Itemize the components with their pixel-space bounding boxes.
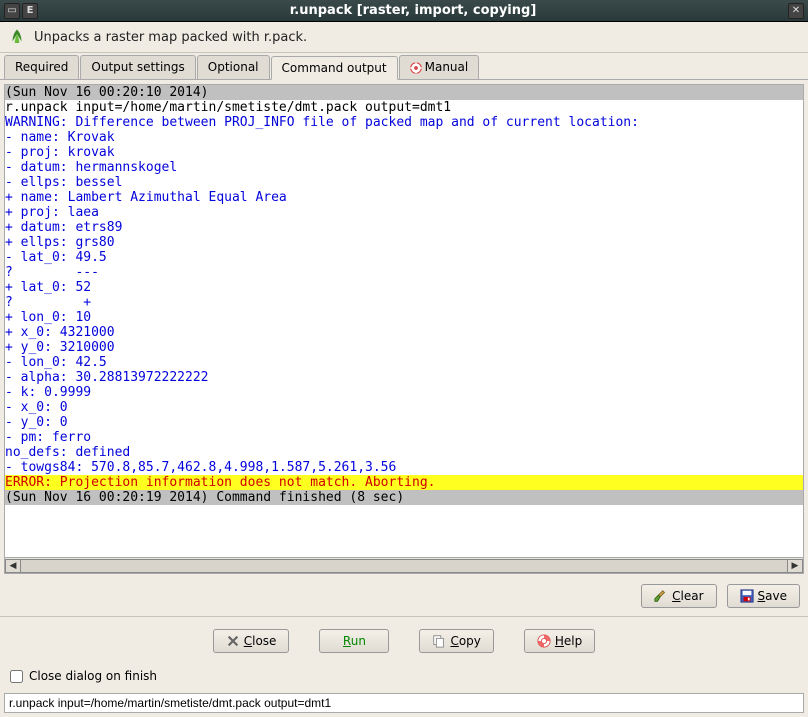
window-title: r.unpack [raster, import, copying] — [38, 3, 788, 18]
close-dialog-label: Close dialog on finish — [29, 669, 157, 683]
run-label: un — [351, 634, 366, 648]
output-line: - towgs84: 570.8,85.7,462.8,4.998,1.587,… — [5, 460, 803, 475]
tabs: Required Output settings Optional Comman… — [0, 53, 808, 80]
clear-label: lear — [681, 589, 704, 603]
tab-command-output[interactable]: Command output — [271, 56, 398, 80]
horizontal-scrollbar[interactable]: ◀ ▶ — [5, 557, 803, 573]
scroll-left-icon[interactable]: ◀ — [5, 559, 21, 573]
tab-manual[interactable]: Manual — [399, 55, 480, 79]
output-line: - lat_0: 49.5 — [5, 250, 803, 265]
lifebuoy-icon — [537, 634, 551, 648]
output-line: - proj: krovak — [5, 145, 803, 160]
scroll-right-icon[interactable]: ▶ — [787, 559, 803, 573]
output-line: - datum: hermannskogel — [5, 160, 803, 175]
output-line: - name: Krovak — [5, 130, 803, 145]
output-line: - k: 0.9999 — [5, 385, 803, 400]
output-button-row: Clear Save — [0, 578, 808, 614]
scroll-track[interactable] — [21, 559, 787, 573]
run-button[interactable]: Run — [319, 629, 389, 653]
command-output-text[interactable]: (Sun Nov 16 00:20:10 2014) r.unpack inpu… — [5, 85, 803, 557]
close-label: lose — [252, 634, 276, 648]
output-line: (Sun Nov 16 00:20:10 2014) — [5, 85, 803, 100]
close-dialog-checkbox-row: Close dialog on finish — [0, 663, 808, 689]
tab-required[interactable]: Required — [4, 55, 79, 79]
divider — [0, 616, 808, 617]
floppy-icon — [740, 589, 754, 603]
copy-icon — [432, 634, 446, 648]
output-line: - y_0: 0 — [5, 415, 803, 430]
tab-optional[interactable]: Optional — [197, 55, 270, 79]
close-icon — [226, 634, 240, 648]
window-restore-icon[interactable]: E — [22, 3, 38, 19]
output-line: ERROR: Projection information does not m… — [5, 475, 803, 490]
output-line: + proj: laea — [5, 205, 803, 220]
command-output-panel: (Sun Nov 16 00:20:10 2014) r.unpack inpu… — [4, 84, 804, 574]
output-line: - lon_0: 42.5 — [5, 355, 803, 370]
window-controls: ▭ E — [4, 3, 38, 19]
broom-icon — [654, 589, 668, 603]
help-button[interactable]: Help — [524, 629, 595, 653]
copy-button[interactable]: Copy — [419, 629, 493, 653]
main-button-row: Close Run Copy Help — [0, 619, 808, 663]
output-line: ? + — [5, 295, 803, 310]
output-line: + y_0: 3210000 — [5, 340, 803, 355]
output-line: (Sun Nov 16 00:20:19 2014) Command finis… — [5, 490, 803, 505]
close-button[interactable]: Close — [213, 629, 290, 653]
output-line: ? --- — [5, 265, 803, 280]
clear-button[interactable]: Clear — [641, 584, 716, 608]
titlebar: ▭ E r.unpack [raster, import, copying] ✕ — [0, 0, 808, 22]
module-header: Unpacks a raster map packed with r.pack. — [0, 22, 808, 53]
output-line: - pm: ferro — [5, 430, 803, 445]
output-line: - ellps: bessel — [5, 175, 803, 190]
output-line: - x_0: 0 — [5, 400, 803, 415]
output-line: r.unpack input=/home/martin/smetiste/dmt… — [5, 100, 803, 115]
command-input[interactable] — [4, 693, 804, 713]
help-icon — [410, 62, 422, 74]
output-line: WARNING: Difference between PROJ_INFO fi… — [5, 115, 803, 130]
output-line: + lon_0: 10 — [5, 310, 803, 325]
window-minimize-icon[interactable]: ▭ — [4, 3, 20, 19]
close-dialog-checkbox[interactable] — [10, 670, 23, 683]
output-line: + datum: etrs89 — [5, 220, 803, 235]
save-button[interactable]: Save — [727, 584, 800, 608]
window-close-icon[interactable]: ✕ — [788, 3, 804, 19]
output-line: no_defs: defined — [5, 445, 803, 460]
output-line: + x_0: 4321000 — [5, 325, 803, 340]
tab-output-settings[interactable]: Output settings — [80, 55, 195, 79]
module-description: Unpacks a raster map packed with r.pack. — [34, 30, 307, 45]
grass-icon — [8, 28, 26, 46]
output-line: + name: Lambert Azimuthal Equal Area — [5, 190, 803, 205]
help-label: elp — [564, 634, 582, 648]
save-label: ave — [765, 589, 787, 603]
output-line: + lat_0: 52 — [5, 280, 803, 295]
copy-label: opy — [459, 634, 481, 648]
output-line: - alpha: 30.28813972222222 — [5, 370, 803, 385]
output-line: + ellps: grs80 — [5, 235, 803, 250]
